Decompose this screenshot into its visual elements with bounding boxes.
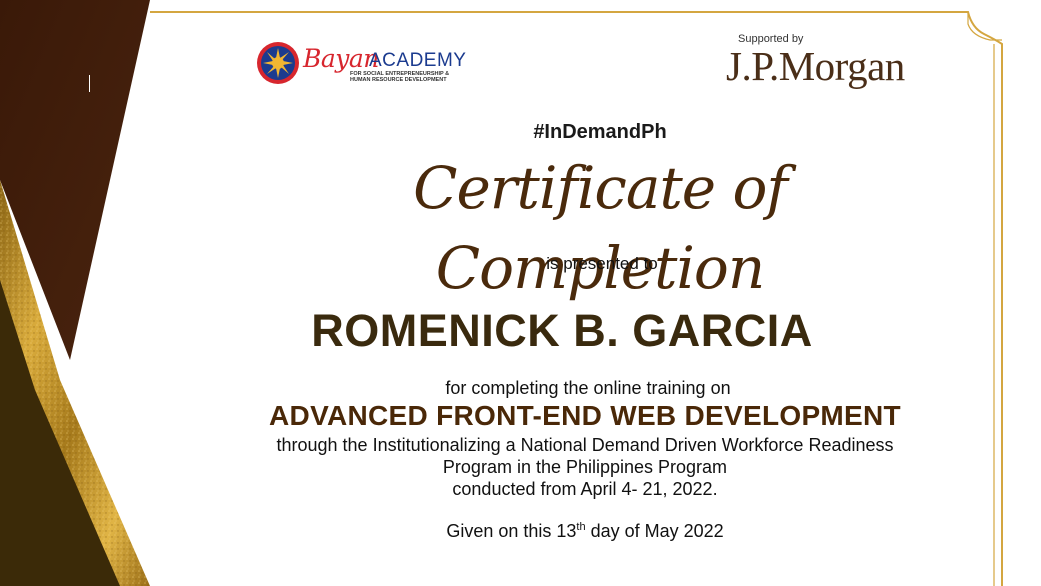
program-description: through the Institutionalizing a Nationa…	[0, 434, 1041, 500]
completing-text: for completing the online training on	[445, 378, 731, 398]
presented-to-text: is presented to	[546, 254, 658, 273]
program-line-1: through the Institutionalizing a Nationa…	[276, 435, 894, 455]
certificate-title: Certificate of Completion	[413, 154, 788, 302]
bayan-tagline: FOR SOCIAL ENTREPRENEURSHIP & HUMAN RESO…	[350, 71, 450, 83]
given-date: Given on this 13th day of May 2022	[0, 521, 1041, 542]
course-title: ADVANCED FRONT-END WEB DEVELOPMENT	[269, 400, 901, 431]
bayan-wordmark: Bayan	[303, 44, 379, 73]
recipient-name: ROMENICK B. GARCIA	[311, 305, 813, 356]
given-ordinal: th	[576, 521, 586, 533]
program-line-2: Program in the Philippines Program	[442, 457, 728, 477]
hashtag: #InDemandPh	[533, 121, 667, 143]
given-prefix: Given on this 13	[446, 521, 577, 541]
bayan-academy-logo: Bayan ACADEMY FOR SOCIAL ENTREPRENEURSHI…	[255, 40, 466, 88]
bayan-sun-icon	[257, 42, 299, 84]
academy-wordmark: ACADEMY	[369, 50, 467, 71]
given-rest: day of May 2022	[585, 521, 724, 541]
jpmorgan-logo: J.P.Morgan	[726, 43, 905, 89]
certificate-page: Bayan ACADEMY FOR SOCIAL ENTREPRENEURSHI…	[0, 0, 1041, 586]
conducted-dates: conducted from April 4- 21, 2022.	[452, 479, 718, 499]
text-cursor	[89, 75, 90, 92]
